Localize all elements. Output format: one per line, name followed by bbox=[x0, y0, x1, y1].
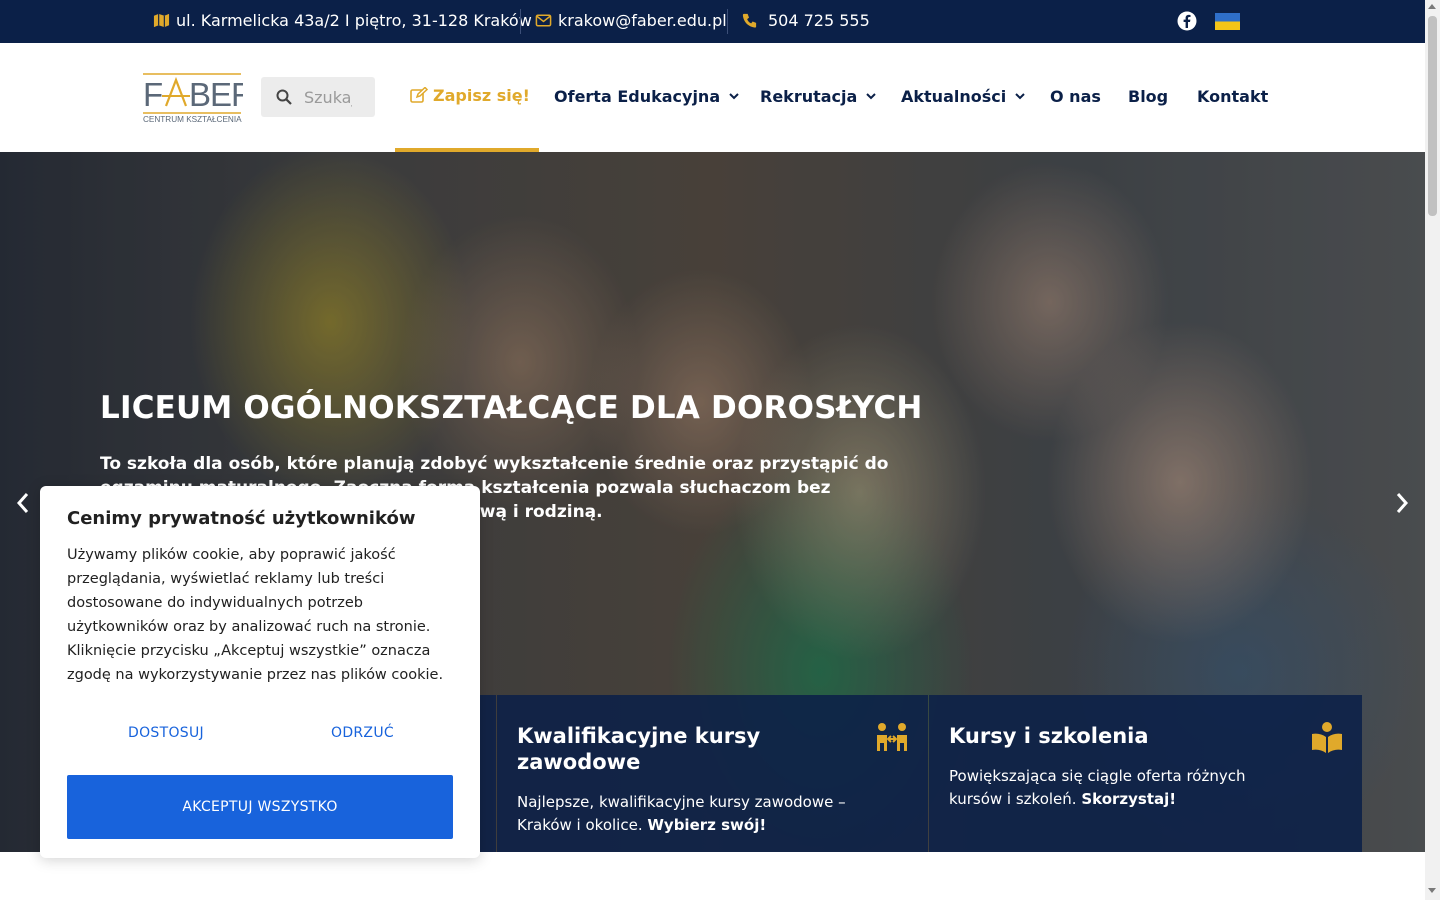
site-header: F BER CENTRUM KSZTAŁCENIA Szukaj Zapisz … bbox=[0, 43, 1425, 152]
search-box[interactable]: Szukaj bbox=[261, 77, 375, 117]
customize-button[interactable]: DOSTOSUJ bbox=[128, 725, 204, 741]
slider-next-arrow-icon[interactable] bbox=[1394, 490, 1410, 516]
scroll-down-icon[interactable] bbox=[1428, 888, 1436, 893]
search-input[interactable]: Szukaj bbox=[304, 88, 352, 107]
nav-news[interactable]: Aktualności bbox=[901, 87, 1025, 106]
search-icon bbox=[276, 89, 292, 105]
people-icon bbox=[877, 723, 907, 751]
phone-icon bbox=[742, 13, 757, 28]
nav-contact-label: Kontakt bbox=[1197, 87, 1269, 106]
scroll-up-icon[interactable] bbox=[1428, 4, 1436, 9]
phone-link[interactable]: 504 725 555 bbox=[741, 11, 870, 30]
reject-button[interactable]: ODRZUĆ bbox=[331, 725, 394, 741]
card-description: Najlepsze, kwalifikacyjne kursy zawodowe… bbox=[517, 791, 877, 837]
cookie-title: Cenimy prywatność użytkowników bbox=[67, 508, 416, 529]
book-reader-icon bbox=[1312, 722, 1342, 753]
faber-logo[interactable]: F BER CENTRUM KSZTAŁCENIA bbox=[143, 72, 243, 124]
edit-icon bbox=[410, 87, 428, 103]
nav-news-label: Aktualności bbox=[901, 87, 1007, 106]
chevron-down-icon bbox=[1015, 93, 1025, 100]
nav-recruitment-label: Rekrutacja bbox=[760, 87, 858, 106]
card-title: Kwalifikacyjne kursy zawodowe bbox=[517, 724, 761, 774]
card-cta[interactable]: Wybierz swój! bbox=[647, 816, 766, 834]
svg-text:F: F bbox=[143, 76, 162, 113]
nav-recruitment[interactable]: Rekrutacja bbox=[760, 87, 877, 106]
divider bbox=[727, 9, 728, 34]
card-partial bbox=[480, 695, 496, 852]
nav-blog[interactable]: Blog bbox=[1128, 87, 1168, 106]
nav-enroll[interactable]: Zapisz się! bbox=[410, 86, 530, 105]
email-text: krakow@faber.edu.pl bbox=[558, 11, 727, 30]
ukraine-flag-icon[interactable] bbox=[1215, 13, 1240, 30]
svg-text:CENTRUM KSZTAŁCENIA: CENTRUM KSZTAŁCENIA bbox=[143, 115, 242, 124]
nav-enroll-label: Zapisz się! bbox=[433, 86, 530, 105]
card-cta[interactable]: Skorzystaj! bbox=[1081, 790, 1176, 808]
address-link[interactable]: ul. Karmelicka 43a/2 I piętro, 31-128 Kr… bbox=[153, 11, 532, 30]
facebook-icon[interactable] bbox=[1177, 11, 1197, 31]
card-title: Kursy i szkolenia bbox=[949, 724, 1149, 748]
page: ul. Karmelicka 43a/2 I piętro, 31-128 Kr… bbox=[0, 0, 1440, 900]
chevron-down-icon bbox=[729, 93, 739, 100]
top-bar: ul. Karmelicka 43a/2 I piętro, 31-128 Kr… bbox=[0, 0, 1425, 43]
map-icon bbox=[153, 13, 170, 28]
scrollbar-thumb[interactable] bbox=[1428, 16, 1437, 216]
nav-offer-label: Oferta Edukacyjna bbox=[554, 87, 721, 106]
phone-text: 504 725 555 bbox=[768, 11, 870, 30]
svg-text:BER: BER bbox=[189, 76, 243, 113]
envelope-icon bbox=[535, 14, 552, 27]
divider bbox=[520, 9, 521, 34]
nav-about[interactable]: O nas bbox=[1050, 87, 1101, 106]
chevron-down-icon bbox=[866, 93, 877, 100]
nav-contact[interactable]: Kontakt bbox=[1197, 87, 1268, 106]
email-link[interactable]: krakow@faber.edu.pl bbox=[535, 11, 727, 30]
nav-offer[interactable]: Oferta Edukacyjna bbox=[554, 87, 739, 106]
accept-all-button[interactable]: AKCEPTUJ WSZYSTKO bbox=[67, 775, 453, 839]
card-courses-trainings[interactable]: Kursy i szkolenia Powiększająca się ciąg… bbox=[929, 695, 1362, 852]
scrollbar[interactable] bbox=[1425, 0, 1440, 900]
hero-title: LICEUM OGÓLNOKSZTAŁCĄCE DLA DOROSŁYCH bbox=[100, 390, 923, 426]
address-text: ul. Karmelicka 43a/2 I piętro, 31-128 Kr… bbox=[176, 11, 532, 30]
cookie-body: Używamy plików cookie, aby poprawić jako… bbox=[67, 547, 444, 683]
card-description: Powiększająca się ciągle oferta różnych … bbox=[949, 765, 1279, 811]
slider-prev-arrow-icon[interactable] bbox=[15, 490, 31, 516]
nav-about-label: O nas bbox=[1050, 87, 1101, 106]
cookie-consent-dialog: Cenimy prywatność użytkowników Używamy p… bbox=[40, 486, 480, 858]
nav-blog-label: Blog bbox=[1128, 87, 1169, 106]
card-vocational-courses[interactable]: Kwalifikacyjne kursy zawodowe Najlepsze,… bbox=[497, 695, 928, 852]
